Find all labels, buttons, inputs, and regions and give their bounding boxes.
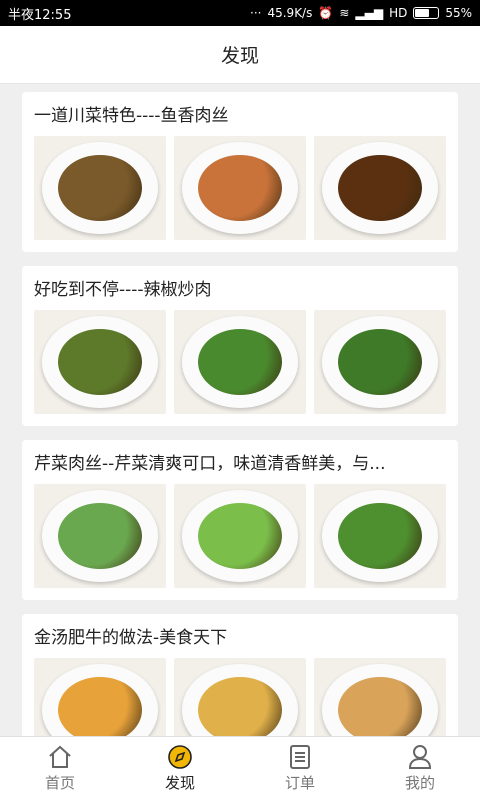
tab-discover-label: 发现 — [164, 774, 195, 792]
dish-image[interactable] — [174, 658, 306, 736]
recipe-title[interactable]: 好吃到不停----辣椒炒肉 — [34, 276, 446, 304]
status-right: ··· 45.9K/s ⏰ ≋ ▂▄▆ HD 55% — [250, 6, 472, 20]
dish-image[interactable] — [174, 484, 306, 588]
wifi-icon: ≋ — [339, 6, 350, 20]
food-shape — [197, 328, 283, 396]
dish-image[interactable] — [174, 136, 306, 240]
food-shape — [57, 502, 143, 570]
more-icon: ··· — [250, 6, 262, 20]
recipe-card[interactable]: 芹菜肉丝--芹菜清爽可口，味道清香鲜美，与... — [22, 440, 458, 600]
dish-image[interactable] — [34, 136, 166, 240]
recipe-card[interactable]: 好吃到不停----辣椒炒肉 — [22, 266, 458, 426]
food-shape — [197, 154, 283, 222]
dish-image[interactable] — [314, 484, 446, 588]
food-shape — [337, 154, 423, 222]
battery-percent: 55% — [445, 6, 472, 20]
tab-home-label: 首页 — [44, 774, 75, 792]
tab-home[interactable]: 首页 — [0, 737, 120, 800]
food-shape — [337, 676, 423, 736]
recipe-images — [34, 658, 446, 736]
recipe-card[interactable]: 金汤肥牛的做法-美食天下 — [22, 614, 458, 736]
network-speed: 45.9K/s — [267, 6, 313, 20]
home-icon — [46, 744, 74, 770]
dish-image[interactable] — [314, 658, 446, 736]
food-shape — [197, 676, 283, 736]
alarm-icon: ⏰ — [318, 6, 334, 20]
page-title: 发现 — [220, 45, 259, 67]
dish-image[interactable] — [174, 310, 306, 414]
food-shape — [57, 154, 143, 222]
user-icon — [406, 744, 434, 770]
food-shape — [57, 676, 143, 736]
battery-level — [415, 9, 429, 17]
tab-orders[interactable]: 订单 — [240, 737, 360, 800]
recipe-title[interactable]: 一道川菜特色----鱼香肉丝 — [34, 102, 446, 130]
food-shape — [57, 328, 143, 396]
recipe-images — [34, 484, 446, 588]
food-shape — [197, 502, 283, 570]
tab-mine[interactable]: 我的 — [360, 737, 480, 800]
dish-image[interactable] — [34, 310, 166, 414]
recipe-title[interactable]: 金汤肥牛的做法-美食天下 — [34, 624, 446, 652]
order-list-icon — [286, 744, 314, 770]
recipe-title[interactable]: 芹菜肉丝--芹菜清爽可口，味道清香鲜美，与... — [34, 450, 446, 478]
recipe-card[interactable]: 一道川菜特色----鱼香肉丝 — [22, 92, 458, 252]
status-bar: 半夜12:55 ··· 45.9K/s ⏰ ≋ ▂▄▆ HD 55% — [0, 0, 480, 26]
tab-orders-label: 订单 — [284, 774, 315, 792]
network-type: HD — [389, 6, 408, 20]
dish-image[interactable] — [34, 484, 166, 588]
food-shape — [337, 328, 423, 396]
tab-mine-label: 我的 — [404, 774, 435, 792]
page-header: 发现 — [0, 26, 480, 84]
food-shape — [337, 502, 423, 570]
bottom-tab-bar: 首页 发现 订单 我的 — [0, 736, 480, 800]
recipe-images — [34, 136, 446, 240]
discover-feed[interactable]: 一道川菜特色----鱼香肉丝 好吃到不停----辣椒炒肉 芹菜肉丝--芹菜清爽可… — [0, 84, 480, 736]
compass-icon — [166, 744, 194, 770]
signal-icon: ▂▄▆ — [355, 6, 384, 20]
status-time: 半夜12:55 — [8, 7, 72, 23]
recipe-images — [34, 310, 446, 414]
dish-image[interactable] — [314, 310, 446, 414]
tab-discover[interactable]: 发现 — [120, 737, 240, 800]
battery-icon — [413, 7, 440, 19]
dish-image[interactable] — [314, 136, 446, 240]
dish-image[interactable] — [34, 658, 166, 736]
